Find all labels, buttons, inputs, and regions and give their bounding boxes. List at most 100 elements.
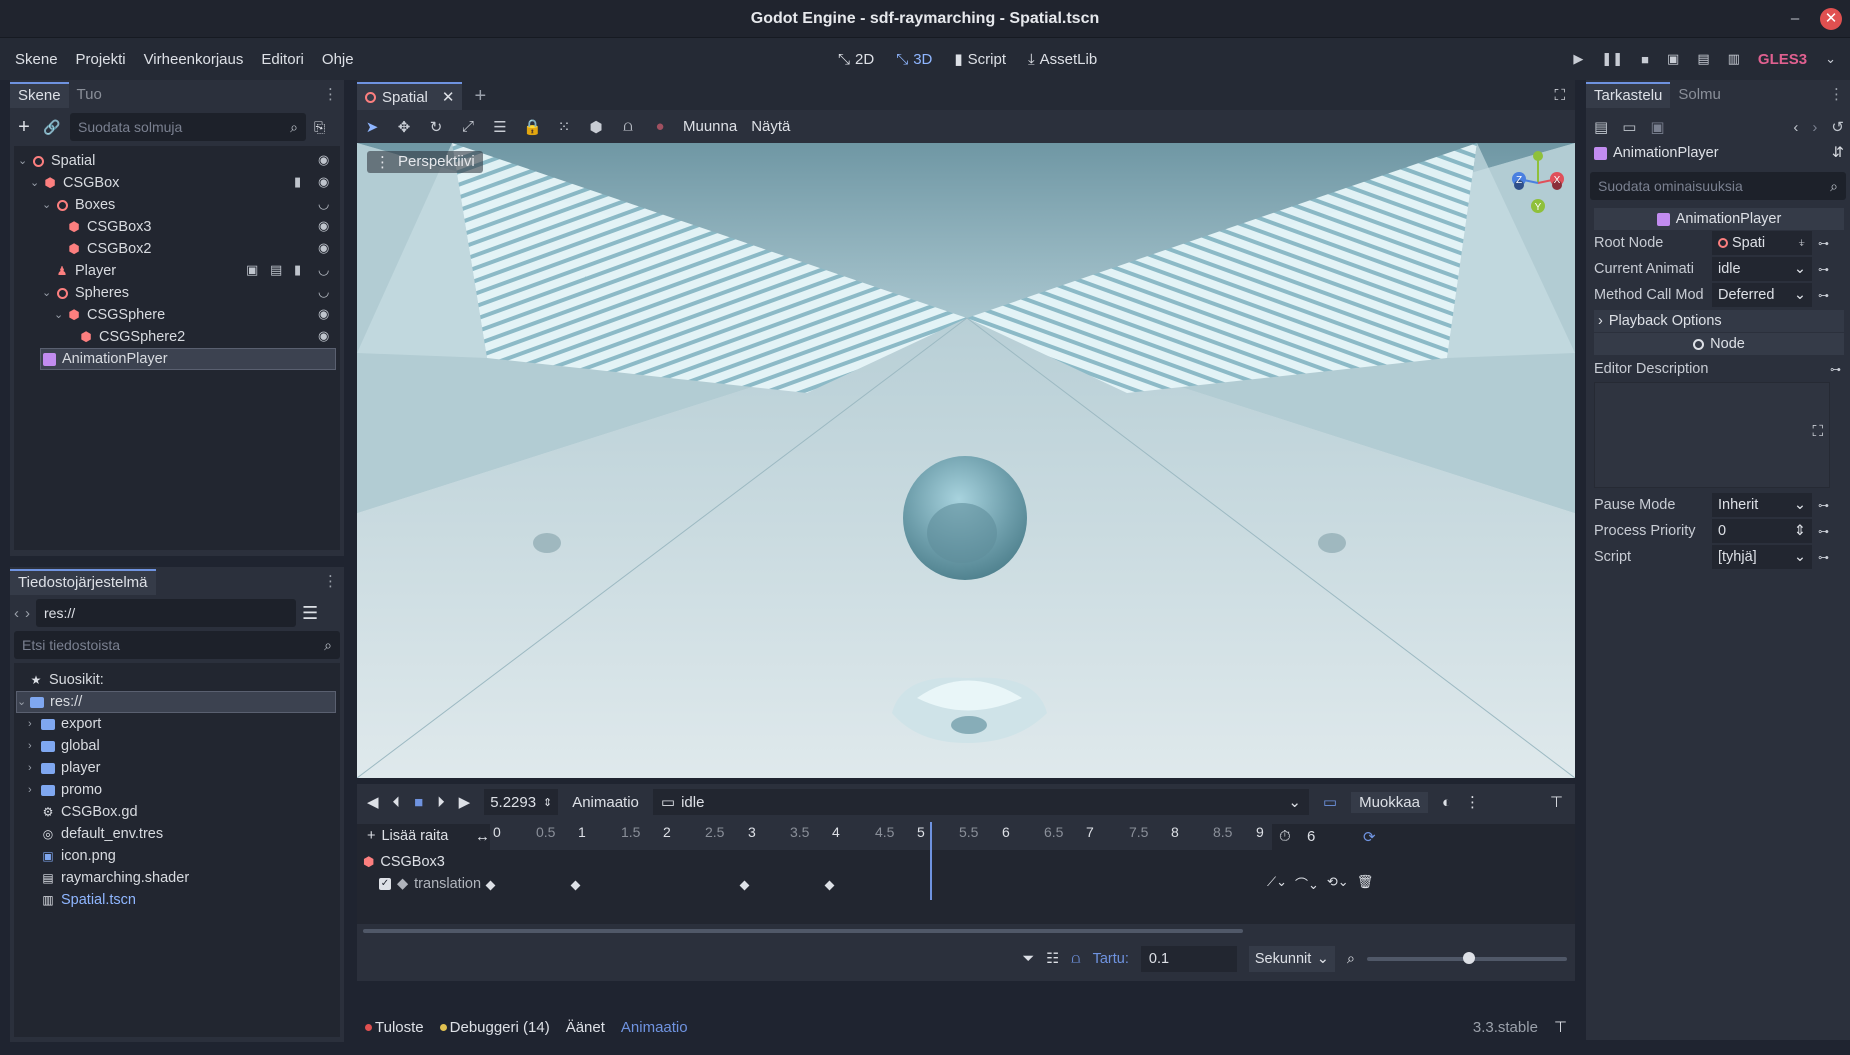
fullscreen-icon[interactable]: ⛶ <box>1554 82 1575 110</box>
keyframe-lane[interactable] <box>485 876 1272 896</box>
property-filter-input[interactable]: Suodata ominaisuuksia ⌕ <box>1590 172 1846 200</box>
keyframe-icon[interactable]: ⊶ <box>1818 289 1832 302</box>
open-folder-icon[interactable]: ▭ <box>1622 118 1636 136</box>
snap-icon[interactable]: ⩍ <box>1071 951 1080 967</box>
animation-menu[interactable]: Animaatio <box>572 794 639 811</box>
scale-tool-icon[interactable]: ⤢ <box>459 118 477 135</box>
add-node-button[interactable]: + <box>14 116 34 139</box>
select-tool-icon[interactable]: ➤ <box>363 118 381 136</box>
favorites-item[interactable]: ★ Suosikit: <box>28 669 104 691</box>
pause-mode-select[interactable]: Inherit ⌄ <box>1712 493 1812 517</box>
visibility-closed-icon[interactable]: ◡ <box>318 262 329 278</box>
list-select-icon[interactable]: ☰ <box>491 118 509 136</box>
play-from-start-icon[interactable]: ⏵ <box>437 794 445 811</box>
local-space-icon[interactable]: ⬢ <box>587 118 605 136</box>
track-row-translation[interactable]: ✓ ◆ translation <box>379 876 481 892</box>
tab-scene[interactable]: Skene <box>10 82 69 108</box>
animation-length[interactable]: 6 <box>1307 828 1315 845</box>
orientation-gizmo[interactable]: X Z Y <box>1505 147 1571 217</box>
assign-node-icon[interactable]: ⍖ <box>1797 235 1806 251</box>
group-icon[interactable]: ⁙ <box>555 118 573 136</box>
chevron-right-icon[interactable]: › <box>28 779 40 801</box>
movie-icon[interactable]: ▥ <box>1728 51 1740 67</box>
forward-icon[interactable]: › <box>25 605 30 622</box>
loop-icon[interactable]: ⟳ <box>1363 828 1376 846</box>
track-enabled-checkbox[interactable]: ✓ <box>379 878 391 890</box>
folder-export[interactable]: › export <box>28 713 101 735</box>
keyframe-icon[interactable]: ⊶ <box>1818 551 1832 564</box>
workspace-2d-button[interactable]: ⤡ 2D <box>830 51 882 68</box>
horizontal-scrollbar[interactable] <box>363 929 1243 933</box>
chevron-right-icon[interactable]: › <box>28 757 40 779</box>
chevron-down-icon[interactable]: ⌄ <box>17 691 29 713</box>
chevron-down-icon[interactable]: ⌄ <box>1825 51 1836 67</box>
keyframe-icon[interactable]: ⊶ <box>1818 237 1832 250</box>
visibility-closed-icon[interactable]: ◡ <box>318 284 329 300</box>
new-resource-icon[interactable]: ▤ <box>1594 118 1608 136</box>
tab-inspector[interactable]: Tarkastelu <box>1586 82 1671 108</box>
file-spatial-tscn[interactable]: ▥ Spatial.tscn <box>40 889 136 911</box>
visibility-eye-icon[interactable]: ◉ <box>318 306 329 322</box>
perspective-menu[interactable]: ⋮ Perspektiivi <box>367 151 483 173</box>
add-track-button[interactable]: + Lisää raita <box>367 828 448 844</box>
keyframe-icon[interactable]: ⊶ <box>1818 263 1832 276</box>
menu-dots-icon[interactable]: ⋮ <box>1465 793 1480 811</box>
tab-animation[interactable]: Animaatio <box>621 1019 688 1036</box>
workspace-3d-button[interactable]: ⤡ 3D <box>888 51 940 68</box>
history-icon[interactable]: ↺ <box>1831 118 1844 136</box>
object-menu-icon[interactable]: ⇵ <box>1832 145 1844 161</box>
animation-time-spinbox[interactable]: 5.2293 ⇕ <box>484 789 559 815</box>
back-icon[interactable]: ‹ <box>14 605 19 622</box>
visibility-eye-icon[interactable]: ◉ <box>318 328 329 344</box>
view-menu[interactable]: Näytä <box>751 118 790 135</box>
play-backwards-from-start-icon[interactable]: ◀ <box>367 793 379 811</box>
root-node-field[interactable]: Spati ⍖ <box>1712 231 1812 255</box>
keyframe[interactable] <box>739 880 750 891</box>
tab-debugger[interactable]: Debuggeri (14) <box>439 1019 550 1036</box>
file-search-input[interactable]: Etsi tiedostoista ⌕ <box>14 631 340 659</box>
play-icon[interactable]: ▶ <box>1573 51 1583 67</box>
forward-icon[interactable]: › <box>1812 119 1817 136</box>
pause-icon[interactable]: ❚❚ <box>1601 51 1623 67</box>
folder-global[interactable]: › global <box>28 735 100 757</box>
tree-item-spatial[interactable]: ⌄ Spatial <box>18 150 95 172</box>
stop-icon[interactable]: ■ <box>1641 52 1649 67</box>
tree-item-csgbox[interactable]: ⌄ ⬢ CSGBox <box>30 172 119 194</box>
play-backwards-icon[interactable]: ⏴ <box>393 794 401 811</box>
list-view-icon[interactable]: ☰ <box>302 603 318 624</box>
close-icon[interactable]: ✕ <box>442 88 455 106</box>
workspace-assetlib-button[interactable]: ⤓ AssetLib <box>1020 51 1105 68</box>
keyframe-icon[interactable]: ⊶ <box>1818 525 1832 538</box>
move-tool-icon[interactable]: ✥ <box>395 118 413 136</box>
tab-node[interactable]: Solmu <box>1670 82 1729 108</box>
script-icon[interactable]: ▮ <box>294 262 301 278</box>
transform-menu[interactable]: Muunna <box>683 118 737 135</box>
scene-icon[interactable]: ▤ <box>270 262 282 278</box>
editor-description-textarea[interactable]: ⛶ <box>1594 382 1830 488</box>
chevron-right-icon[interactable]: › <box>28 735 40 757</box>
save-icon[interactable]: ▣ <box>1650 118 1664 136</box>
camera-icon[interactable]: ● <box>651 118 669 135</box>
instance-scene-button[interactable]: ⎘ <box>314 119 325 136</box>
close-button[interactable]: ✕ <box>1820 8 1842 30</box>
script-icon[interactable]: ▮ <box>294 174 301 190</box>
snap-icon[interactable]: ⩍ <box>619 118 637 135</box>
folder-promo[interactable]: › promo <box>28 779 102 801</box>
tab-audio[interactable]: Äänet <box>566 1019 605 1036</box>
expand-panel-icon[interactable]: ⊤ <box>1554 1018 1575 1036</box>
folder-res[interactable]: ⌄ res:// <box>16 691 336 713</box>
play-icon[interactable]: ▶ <box>459 793 471 811</box>
current-animation-select[interactable]: idle ⌄ <box>1712 257 1812 281</box>
menu-scene[interactable]: Skene <box>6 51 67 68</box>
add-tab-button[interactable]: + <box>462 82 498 110</box>
interpolation-icon[interactable]: ⟋⌄ <box>1267 874 1287 893</box>
tab-spatial[interactable]: Spatial ✕ <box>357 82 463 110</box>
visibility-eye-icon[interactable]: ◉ <box>318 152 329 168</box>
path-field[interactable]: res:// <box>36 599 296 627</box>
keyframe[interactable] <box>570 880 581 891</box>
zoom-slider-handle[interactable] <box>1463 952 1475 964</box>
expand-icon[interactable]: ⛶ <box>1812 423 1823 440</box>
visibility-eye-icon[interactable]: ◉ <box>318 174 329 190</box>
group-icon[interactable]: ▣ <box>246 262 258 278</box>
visibility-eye-icon[interactable]: ◉ <box>318 218 329 234</box>
